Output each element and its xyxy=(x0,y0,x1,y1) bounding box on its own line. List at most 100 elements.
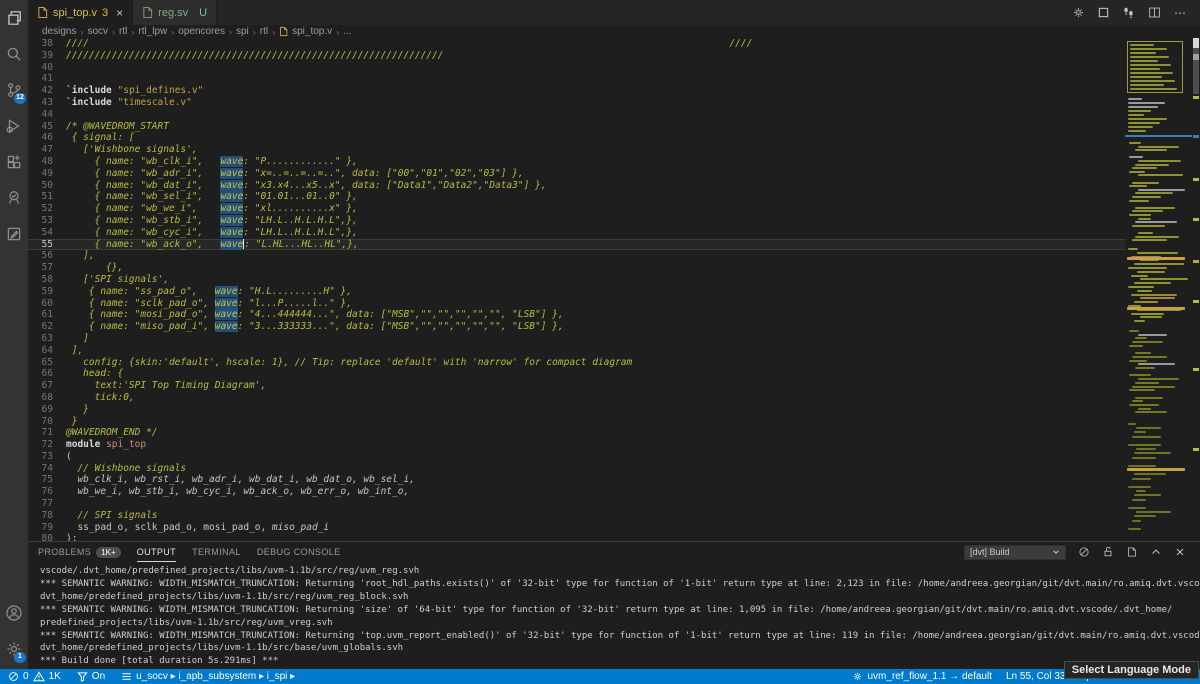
code-line[interactable]: 42`include "spi_defines.v" xyxy=(28,85,1125,97)
line-number[interactable]: 49 xyxy=(28,168,66,180)
line-number[interactable]: 47 xyxy=(28,144,66,156)
code-line[interactable]: 48 { name: "wb_clk_i", wave: "P.........… xyxy=(28,156,1125,168)
line-number[interactable]: 39 xyxy=(28,50,66,62)
code-line[interactable]: 49 { name: "wb_adr_i", wave: "x=..=..=..… xyxy=(28,168,1125,180)
line-number[interactable]: 45 xyxy=(28,121,66,133)
code-line[interactable]: 60 { name: "sclk_pad_o", wave: "l...P...… xyxy=(28,298,1125,310)
breadcrumb-item[interactable]: designs xyxy=(42,26,76,37)
breadcrumb-item[interactable]: socv xyxy=(87,26,108,37)
code-line[interactable]: 79 ss_pad_o, sclk_pad_o, mosi_pad_o, mis… xyxy=(28,522,1125,534)
problems-status[interactable]: 0 1K xyxy=(8,671,61,682)
code-line[interactable]: 67 text:'SPI Top Timing Diagram', xyxy=(28,380,1125,392)
line-number[interactable]: 68 xyxy=(28,392,66,404)
line-number[interactable]: 74 xyxy=(28,463,66,475)
code-line[interactable]: 52 { name: "wb_we_i", wave: "xl.........… xyxy=(28,203,1125,215)
stop-square-icon[interactable] xyxy=(1098,7,1109,18)
line-number[interactable]: 61 xyxy=(28,309,66,321)
line-number[interactable]: 50 xyxy=(28,180,66,192)
code-line[interactable]: 75 wb_clk_i, wb_rst_i, wb_adr_i, wb_dat_… xyxy=(28,474,1125,486)
design-hierarchy[interactable]: u_socv ▸ i_apb_subsystem ▸ i_spi ▸ xyxy=(121,671,295,682)
line-number[interactable]: 54 xyxy=(28,227,66,239)
line-number[interactable]: 69 xyxy=(28,404,66,416)
settings-gear-icon[interactable]: 1 xyxy=(0,631,28,667)
breadcrumb-item[interactable]: rtl_lpw xyxy=(138,26,167,37)
line-number[interactable]: 41 xyxy=(28,73,66,85)
code-line[interactable]: 43`include "timescale.v" xyxy=(28,97,1125,109)
line-number[interactable]: 51 xyxy=(28,191,66,203)
code-line[interactable]: 76 wb_we_i, wb_stb_i, wb_cyc_i, wb_ack_o… xyxy=(28,486,1125,498)
line-number[interactable]: 78 xyxy=(28,510,66,522)
breadcrumb-item[interactable]: opencores xyxy=(178,26,225,37)
extensions-icon[interactable] xyxy=(0,144,28,180)
explorer-icon[interactable] xyxy=(0,0,28,36)
filter-status[interactable]: On xyxy=(77,671,105,682)
clear-output-icon[interactable] xyxy=(1078,546,1090,558)
code-line[interactable]: 80); xyxy=(28,533,1125,541)
code-line[interactable]: 78 // SPI signals xyxy=(28,510,1125,522)
code-line[interactable]: 51 { name: "wb_sel_i", wave: "01.01...01… xyxy=(28,191,1125,203)
more-actions-icon[interactable]: ⋯ xyxy=(1174,6,1186,20)
code-line[interactable]: 53 { name: "wb_stb_i", wave: "LH.L..H.L.… xyxy=(28,215,1125,227)
line-number[interactable]: 75 xyxy=(28,474,66,486)
code-editor[interactable]: 38//// ////39///////////////////////////… xyxy=(28,38,1125,541)
dvt-profile[interactable]: uvm_ref_flow_1.1 → default xyxy=(852,671,992,682)
line-number[interactable]: 67 xyxy=(28,380,66,392)
line-number[interactable]: 58 xyxy=(28,274,66,286)
line-number[interactable]: 64 xyxy=(28,345,66,357)
line-number[interactable]: 59 xyxy=(28,286,66,298)
code-line[interactable]: 74 // Wishbone signals xyxy=(28,463,1125,475)
code-line[interactable]: 45/* @WAVEDROM_START xyxy=(28,121,1125,133)
code-line[interactable]: 59 { name: "ss_pad_o", wave: "H.L.......… xyxy=(28,286,1125,298)
line-number[interactable]: 72 xyxy=(28,439,66,451)
code-line[interactable]: 70 } xyxy=(28,416,1125,428)
code-line[interactable]: 39//////////////////////////////////////… xyxy=(28,50,1125,62)
code-line[interactable]: 64 ], xyxy=(28,345,1125,357)
line-number[interactable]: 60 xyxy=(28,298,66,310)
minimap[interactable] xyxy=(1125,38,1192,541)
open-in-editor-icon[interactable] xyxy=(1126,546,1138,558)
code-line[interactable]: 68 tick:0, xyxy=(28,392,1125,404)
breadcrumb-symbol[interactable]: ... xyxy=(343,26,351,37)
line-number[interactable]: 56 xyxy=(28,250,66,262)
line-number[interactable]: 38 xyxy=(28,38,66,50)
line-number[interactable]: 46 xyxy=(28,132,66,144)
code-line[interactable]: 47 ['Wishbone signals', xyxy=(28,144,1125,156)
line-number[interactable]: 42 xyxy=(28,85,66,97)
breadcrumb-file[interactable]: spi_top.v xyxy=(292,26,332,37)
code-line[interactable]: 72module spi_top xyxy=(28,439,1125,451)
line-number[interactable]: 65 xyxy=(28,357,66,369)
code-line[interactable]: 61 { name: "mosi_pad_o", wave: "4...4444… xyxy=(28,309,1125,321)
code-line[interactable]: 40 xyxy=(28,62,1125,74)
code-line[interactable]: 57 {}, xyxy=(28,262,1125,274)
line-number[interactable]: 57 xyxy=(28,262,66,274)
line-number[interactable]: 70 xyxy=(28,416,66,428)
tab-terminal[interactable]: TERMINAL xyxy=(192,542,241,562)
line-number[interactable]: 76 xyxy=(28,486,66,498)
line-number[interactable]: 66 xyxy=(28,368,66,380)
line-number[interactable]: 79 xyxy=(28,522,66,534)
source-control-icon[interactable]: 12 xyxy=(0,72,28,108)
line-number[interactable]: 53 xyxy=(28,215,66,227)
code-line[interactable]: 71@WAVEDROM_END */ xyxy=(28,427,1125,439)
line-number[interactable]: 52 xyxy=(28,203,66,215)
code-line[interactable]: 63 ] xyxy=(28,333,1125,345)
breadcrumb-item[interactable]: rtl xyxy=(260,26,268,37)
breadcrumb-item[interactable]: rtl xyxy=(119,26,127,37)
code-line[interactable]: 66 head: { xyxy=(28,368,1125,380)
code-line[interactable]: 77 xyxy=(28,498,1125,510)
code-line[interactable]: 38//// //// xyxy=(28,38,1125,50)
close-panel-icon[interactable] xyxy=(1174,546,1186,558)
code-line[interactable]: 50 { name: "wb_dat_i", wave: "x3.x4...x5… xyxy=(28,180,1125,192)
maximize-panel-icon[interactable] xyxy=(1150,546,1162,558)
tab-problems[interactable]: PROBLEMS 1K+ xyxy=(38,542,121,562)
tab-spi-top[interactable]: spi_top.v 3 × xyxy=(28,0,133,25)
code-line[interactable]: 55 { name: "wb_ack_o", wave: "L.HL...HL.… xyxy=(28,239,1125,251)
line-number[interactable]: 43 xyxy=(28,97,66,109)
cursor-position[interactable]: Ln 55, Col 33 xyxy=(1006,671,1066,682)
close-icon[interactable]: × xyxy=(116,6,123,20)
code-line[interactable]: 44 xyxy=(28,109,1125,121)
line-number[interactable]: 71 xyxy=(28,427,66,439)
code-line[interactable]: 41 xyxy=(28,73,1125,85)
line-number[interactable]: 62 xyxy=(28,321,66,333)
code-line[interactable]: 58 ['SPI signals', xyxy=(28,274,1125,286)
